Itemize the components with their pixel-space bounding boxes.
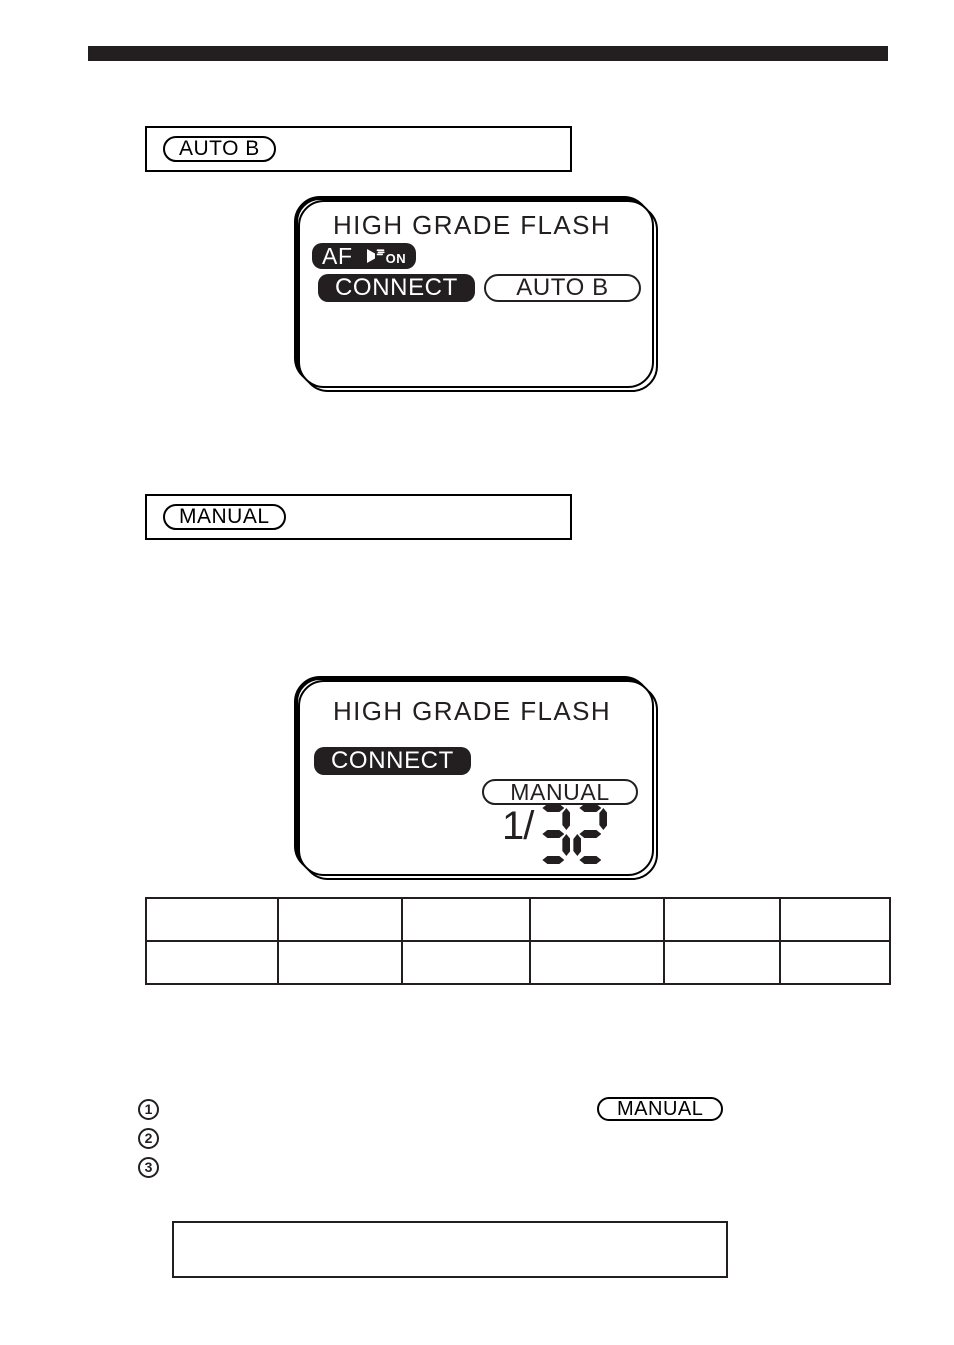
lcd-indicator-af-illuminator: AF ON — [312, 242, 417, 269]
lcd-indicator-mode-manual: MANUAL — [482, 779, 638, 805]
table-cell — [779, 897, 891, 942]
connect-label: CONNECT — [331, 747, 454, 774]
seven-segment-digit — [573, 804, 607, 864]
lcd-title-auto-b: HIGH GRADE FLASH — [332, 210, 612, 240]
table-cell — [401, 940, 531, 985]
seven-segment-digit — [536, 804, 570, 864]
af-label: AF — [322, 242, 353, 269]
table-cell — [529, 940, 665, 985]
lcd-screen-area: HIGH GRADE FLASH CONNECT MANUAL 1/ — [294, 676, 650, 872]
caption-box-auto-b: AUTO B — [145, 126, 572, 172]
caption-pill-auto-b: AUTO B — [163, 136, 276, 162]
table-cell — [663, 940, 781, 985]
mode-label: MANUAL — [510, 778, 610, 805]
lcd-display-manual: HIGH GRADE FLASH CONNECT MANUAL 1/ — [294, 676, 658, 880]
table-cell — [663, 897, 781, 942]
step-number-3: 3 — [138, 1157, 159, 1178]
table-cell — [401, 897, 531, 942]
page-header-rule — [88, 46, 888, 61]
step-reference-pill-manual: MANUAL — [597, 1097, 724, 1121]
spec-table — [145, 897, 891, 985]
lcd-screen-area: HIGH GRADE FLASH AF ON CONNECT AUTO B — [294, 196, 650, 384]
table-row — [145, 940, 891, 985]
table-cell — [277, 897, 403, 942]
table-cell — [277, 940, 403, 985]
lcd-display-auto-b: HIGH GRADE FLASH AF ON CONNECT AUTO B — [294, 196, 658, 392]
lcd-indicator-connect: CONNECT — [318, 274, 475, 302]
step-number-2: 2 — [138, 1128, 159, 1149]
table-cell — [779, 940, 891, 985]
lcd-indicator-connect: CONNECT — [314, 747, 471, 775]
caption-box-manual: MANUAL — [145, 494, 572, 540]
note-box — [172, 1221, 728, 1278]
table-cell — [145, 940, 279, 985]
mode-label: AUTO B — [516, 274, 609, 301]
af-state-label: ON — [385, 251, 407, 266]
table-row — [145, 897, 891, 942]
table-cell — [529, 897, 665, 942]
caption-pill-manual: MANUAL — [163, 504, 286, 530]
lcd-flash-power-value: 1/ — [502, 804, 607, 864]
lcd-indicator-mode-auto-b: AUTO B — [484, 274, 641, 302]
spec-table-body — [145, 897, 891, 985]
step-number-1: 1 — [138, 1099, 159, 1120]
seven-segment-digits — [533, 804, 607, 864]
connect-label: CONNECT — [335, 274, 458, 301]
flash-power-prefix: 1/ — [502, 804, 534, 848]
af-illuminator-beam-icon: ON — [365, 246, 407, 266]
table-cell — [145, 897, 279, 942]
lcd-title-manual: HIGH GRADE FLASH — [332, 696, 612, 726]
